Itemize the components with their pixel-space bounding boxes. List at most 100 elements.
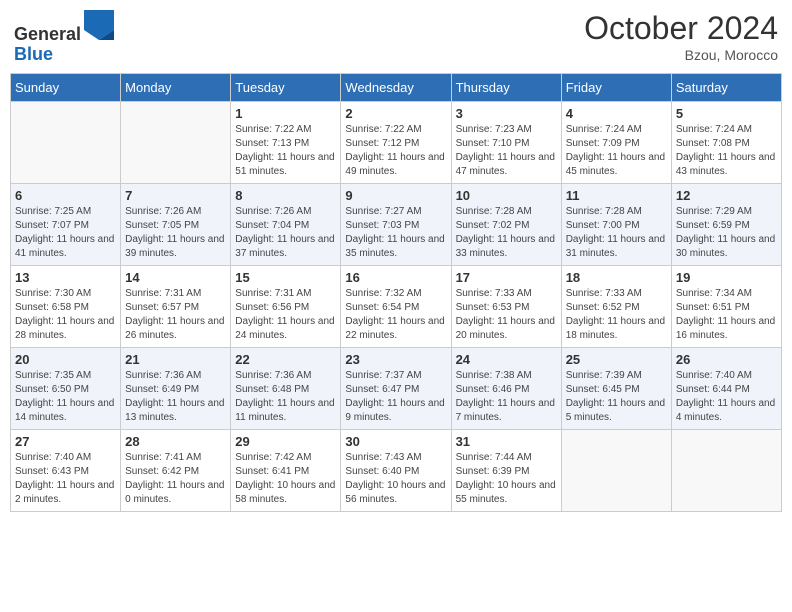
- calendar-table: SundayMondayTuesdayWednesdayThursdayFrid…: [10, 73, 782, 512]
- page-header: General Blue October 2024 Bzou, Morocco: [10, 10, 782, 65]
- calendar-cell: 5Sunrise: 7:24 AM Sunset: 7:08 PM Daylig…: [671, 101, 781, 183]
- day-info: Sunrise: 7:22 AM Sunset: 7:13 PM Dayligh…: [235, 123, 336, 179]
- calendar-week-5: 27 Sunrise: 7:40 AM Sunset: 6:43 PM Dayli…: [11, 429, 782, 511]
- calendar-body: 1 Sunrise: 7:22 AM Sunset: 7:13 PM Daylig…: [11, 101, 782, 511]
- day-info: Sunrise: 7:28 AM Sunset: 7:00 PM Dayligh…: [566, 205, 667, 261]
- weekday-header-monday: Monday: [121, 73, 231, 101]
- calendar-cell: 7Sunrise: 7:26 AM Sunset: 7:05 PM Daylig…: [121, 183, 231, 265]
- day-info: Sunrise: 7:36 AM Sunset: 6:48 PM Dayligh…: [235, 369, 336, 425]
- day-info: Sunrise: 7:23 AM Sunset: 7:10 PM Dayligh…: [456, 123, 557, 179]
- logo-blue: Blue: [14, 44, 53, 64]
- day-number: 6: [15, 188, 116, 203]
- calendar-cell: 1 Sunrise: 7:22 AM Sunset: 7:13 PM Daylig…: [231, 101, 341, 183]
- day-number: 23: [345, 352, 446, 367]
- calendar-cell: 29 Sunrise: 7:42 AM Sunset: 6:41 PM Dayli…: [231, 429, 341, 511]
- day-number: 10: [456, 188, 557, 203]
- calendar-week-4: 20Sunrise: 7:35 AM Sunset: 6:50 PM Dayli…: [11, 347, 782, 429]
- weekday-header-wednesday: Wednesday: [341, 73, 451, 101]
- weekday-header-friday: Friday: [561, 73, 671, 101]
- location: Bzou, Morocco: [584, 47, 778, 63]
- day-info: Sunrise: 7:31 AM Sunset: 6:56 PM Dayligh…: [235, 287, 336, 343]
- day-number: 1: [235, 106, 336, 121]
- day-number: 25: [566, 352, 667, 367]
- day-number: 13: [15, 270, 116, 285]
- calendar-cell: [561, 429, 671, 511]
- calendar-cell: [11, 101, 121, 183]
- day-number: 4: [566, 106, 667, 121]
- calendar-week-1: 1 Sunrise: 7:22 AM Sunset: 7:13 PM Daylig…: [11, 101, 782, 183]
- calendar-cell: 28 Sunrise: 7:41 AM Sunset: 6:42 PM Dayli…: [121, 429, 231, 511]
- day-info: Sunrise: 7:24 AM Sunset: 7:09 PM Dayligh…: [566, 123, 667, 179]
- logo-general: General: [14, 24, 81, 44]
- day-number: 11: [566, 188, 667, 203]
- day-info: Sunrise: 7:26 AM Sunset: 7:05 PM Dayligh…: [125, 205, 226, 261]
- day-info: Sunrise: 7:38 AM Sunset: 6:46 PM Dayligh…: [456, 369, 557, 425]
- day-info: Sunrise: 7:32 AM Sunset: 6:54 PM Dayligh…: [345, 287, 446, 343]
- calendar-cell: 9Sunrise: 7:27 AM Sunset: 7:03 PM Daylig…: [341, 183, 451, 265]
- day-info: Sunrise: 7:22 AM Sunset: 7:12 PM Dayligh…: [345, 123, 446, 179]
- calendar-cell: 14 Sunrise: 7:31 AM Sunset: 6:57 PM Dayli…: [121, 265, 231, 347]
- calendar-cell: 3Sunrise: 7:23 AM Sunset: 7:10 PM Daylig…: [451, 101, 561, 183]
- logo: General Blue: [14, 10, 114, 65]
- day-number: 18: [566, 270, 667, 285]
- weekday-header-tuesday: Tuesday: [231, 73, 341, 101]
- day-number: 8: [235, 188, 336, 203]
- calendar-cell: 27 Sunrise: 7:40 AM Sunset: 6:43 PM Dayli…: [11, 429, 121, 511]
- day-info: Sunrise: 7:44 AM Sunset: 6:39 PM Dayligh…: [456, 451, 557, 507]
- day-number: 22: [235, 352, 336, 367]
- calendar-cell: 8 Sunrise: 7:26 AM Sunset: 7:04 PM Daylig…: [231, 183, 341, 265]
- day-number: 29: [235, 434, 336, 449]
- day-info: Sunrise: 7:41 AM Sunset: 6:42 PM Dayligh…: [125, 451, 226, 507]
- calendar-cell: 31 Sunrise: 7:44 AM Sunset: 6:39 PM Dayli…: [451, 429, 561, 511]
- day-number: 28: [125, 434, 226, 449]
- calendar-cell: 13Sunrise: 7:30 AM Sunset: 6:58 PM Dayli…: [11, 265, 121, 347]
- calendar-cell: 15 Sunrise: 7:31 AM Sunset: 6:56 PM Dayli…: [231, 265, 341, 347]
- day-info: Sunrise: 7:29 AM Sunset: 6:59 PM Dayligh…: [676, 205, 777, 261]
- calendar-cell: 2 Sunrise: 7:22 AM Sunset: 7:12 PM Daylig…: [341, 101, 451, 183]
- calendar-cell: 12 Sunrise: 7:29 AM Sunset: 6:59 PM Dayli…: [671, 183, 781, 265]
- day-info: Sunrise: 7:26 AM Sunset: 7:04 PM Dayligh…: [235, 205, 336, 261]
- day-number: 19: [676, 270, 777, 285]
- day-number: 12: [676, 188, 777, 203]
- day-number: 27: [15, 434, 116, 449]
- logo-icon: [84, 10, 114, 40]
- calendar-cell: 26Sunrise: 7:40 AM Sunset: 6:44 PM Dayli…: [671, 347, 781, 429]
- calendar-week-2: 6Sunrise: 7:25 AM Sunset: 7:07 PM Daylig…: [11, 183, 782, 265]
- weekday-header-thursday: Thursday: [451, 73, 561, 101]
- day-number: 17: [456, 270, 557, 285]
- calendar-cell: 18 Sunrise: 7:33 AM Sunset: 6:52 PM Dayli…: [561, 265, 671, 347]
- calendar-cell: [671, 429, 781, 511]
- day-number: 5: [676, 106, 777, 121]
- calendar-cell: [121, 101, 231, 183]
- calendar-cell: 24Sunrise: 7:38 AM Sunset: 6:46 PM Dayli…: [451, 347, 561, 429]
- day-info: Sunrise: 7:42 AM Sunset: 6:41 PM Dayligh…: [235, 451, 336, 507]
- day-info: Sunrise: 7:40 AM Sunset: 6:43 PM Dayligh…: [15, 451, 116, 507]
- day-info: Sunrise: 7:33 AM Sunset: 6:52 PM Dayligh…: [566, 287, 667, 343]
- day-number: 2: [345, 106, 446, 121]
- day-info: Sunrise: 7:31 AM Sunset: 6:57 PM Dayligh…: [125, 287, 226, 343]
- weekday-header-sunday: Sunday: [11, 73, 121, 101]
- calendar-cell: 21Sunrise: 7:36 AM Sunset: 6:49 PM Dayli…: [121, 347, 231, 429]
- month-title: October 2024: [584, 10, 778, 47]
- calendar-cell: 17Sunrise: 7:33 AM Sunset: 6:53 PM Dayli…: [451, 265, 561, 347]
- day-info: Sunrise: 7:34 AM Sunset: 6:51 PM Dayligh…: [676, 287, 777, 343]
- calendar-cell: 23Sunrise: 7:37 AM Sunset: 6:47 PM Dayli…: [341, 347, 451, 429]
- day-number: 26: [676, 352, 777, 367]
- calendar-cell: 30Sunrise: 7:43 AM Sunset: 6:40 PM Dayli…: [341, 429, 451, 511]
- weekday-header-row: SundayMondayTuesdayWednesdayThursdayFrid…: [11, 73, 782, 101]
- day-info: Sunrise: 7:27 AM Sunset: 7:03 PM Dayligh…: [345, 205, 446, 261]
- day-info: Sunrise: 7:28 AM Sunset: 7:02 PM Dayligh…: [456, 205, 557, 261]
- calendar-week-3: 13Sunrise: 7:30 AM Sunset: 6:58 PM Dayli…: [11, 265, 782, 347]
- calendar-cell: 6Sunrise: 7:25 AM Sunset: 7:07 PM Daylig…: [11, 183, 121, 265]
- day-number: 30: [345, 434, 446, 449]
- day-info: Sunrise: 7:35 AM Sunset: 6:50 PM Dayligh…: [15, 369, 116, 425]
- calendar-cell: 20Sunrise: 7:35 AM Sunset: 6:50 PM Dayli…: [11, 347, 121, 429]
- weekday-header-saturday: Saturday: [671, 73, 781, 101]
- day-number: 14: [125, 270, 226, 285]
- calendar-cell: 19 Sunrise: 7:34 AM Sunset: 6:51 PM Dayli…: [671, 265, 781, 347]
- day-number: 15: [235, 270, 336, 285]
- calendar-cell: 22 Sunrise: 7:36 AM Sunset: 6:48 PM Dayli…: [231, 347, 341, 429]
- calendar-cell: 25Sunrise: 7:39 AM Sunset: 6:45 PM Dayli…: [561, 347, 671, 429]
- calendar-cell: 16Sunrise: 7:32 AM Sunset: 6:54 PM Dayli…: [341, 265, 451, 347]
- day-number: 31: [456, 434, 557, 449]
